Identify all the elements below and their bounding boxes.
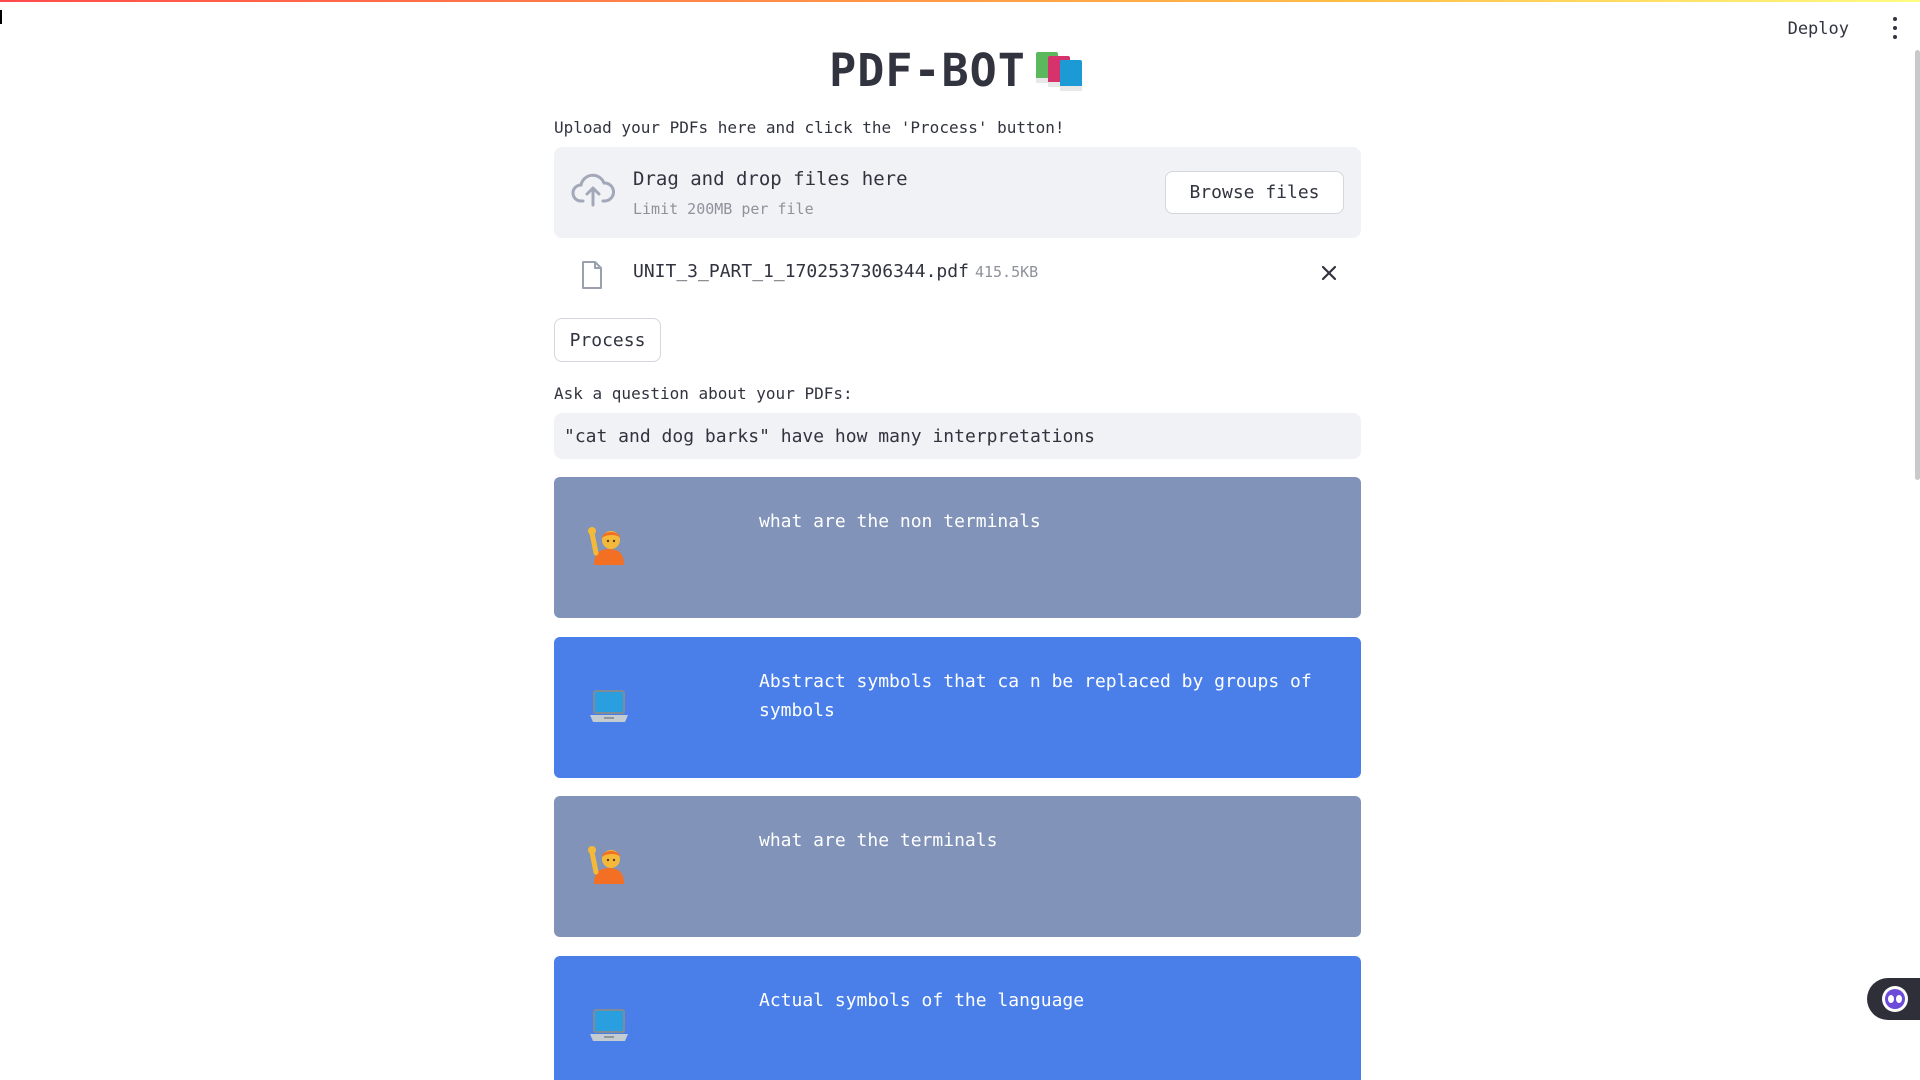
menu-dot	[1893, 26, 1897, 30]
browse-files-button[interactable]: Browse files	[1165, 171, 1344, 214]
file-size: 415.5KB	[974, 263, 1039, 281]
question-label: Ask a question about your PDFs:	[554, 384, 853, 403]
more-menu-icon[interactable]	[1890, 17, 1900, 39]
upload-instructions: Upload your PDFs here and click the 'Pro…	[554, 118, 1065, 137]
file-icon	[580, 260, 604, 290]
menu-dot	[1893, 35, 1897, 39]
chat-message-text: Abstract symbols that ca n be replaced b…	[759, 671, 1312, 721]
text-cursor	[0, 10, 2, 24]
chat-message-user: what are the terminals	[554, 796, 1361, 937]
person-raising-hand-icon	[588, 525, 630, 567]
file-name-text: UNIT_3_PART_1_1702537306344.pdf	[633, 261, 969, 282]
page-title: PDF-BOT	[829, 43, 1026, 97]
books-icon	[1034, 48, 1086, 92]
chat-message-bot: Abstract symbols that ca n be replaced b…	[554, 637, 1361, 778]
file-dropzone[interactable]: Drag and drop files here Limit 200MB per…	[554, 147, 1361, 238]
deploy-button[interactable]: Deploy	[1782, 15, 1855, 43]
dropzone-limit: Limit 200MB per file	[633, 200, 814, 218]
chat-message-text: what are the non terminals	[759, 511, 1041, 532]
title-row: PDF-BOT	[554, 40, 1361, 100]
laptop-icon	[588, 685, 630, 727]
chat-message-text: what are the terminals	[759, 830, 998, 851]
question-input[interactable]	[554, 413, 1361, 459]
file-name: UNIT_3_PART_1_1702537306344.pdf 415.5KB	[633, 261, 1038, 282]
dropzone-title: Drag and drop files here	[633, 168, 908, 190]
chat-message-bot: Actual symbols of the language	[554, 956, 1361, 1080]
top-decoration-bar	[0, 0, 1920, 2]
laptop-icon	[588, 1004, 630, 1046]
close-icon[interactable]	[1319, 263, 1339, 283]
scrollbar[interactable]	[1915, 50, 1920, 480]
person-raising-hand-icon	[588, 844, 630, 886]
process-button[interactable]: Process	[554, 318, 661, 362]
menu-dot	[1893, 17, 1897, 21]
chat-message-text: Actual symbols of the language	[759, 990, 1085, 1011]
cloud-upload-icon	[571, 173, 615, 209]
uploaded-file-item: UNIT_3_PART_1_1702537306344.pdf 415.5KB	[554, 258, 1361, 290]
assistant-widget-button[interactable]	[1867, 978, 1920, 1020]
chat-message-user: what are the non terminals	[554, 477, 1361, 618]
